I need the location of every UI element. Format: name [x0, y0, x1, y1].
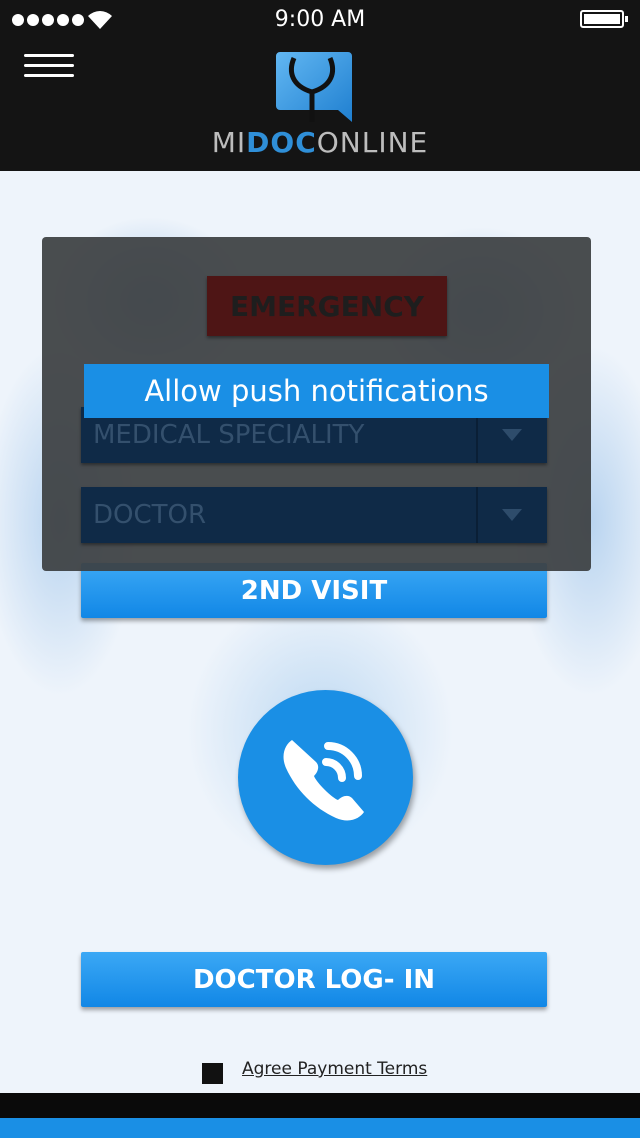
notification-modal: EMERGENCY MEDICAL SPECIALITY DOCTOR Allo… — [42, 237, 591, 571]
menu-icon[interactable] — [24, 54, 76, 80]
doctor-select-value: DOCTOR — [93, 500, 207, 530]
brand-name: MIDOCONLINE — [0, 126, 640, 159]
brand-highlight: DOC — [246, 126, 317, 159]
footer-accent — [0, 1118, 640, 1138]
select-divider — [476, 487, 478, 543]
second-visit-button[interactable]: 2ND VISIT — [81, 563, 547, 618]
brand-prefix: MI — [211, 126, 247, 159]
agree-terms-row: Agree Payment Terms — [202, 1054, 427, 1084]
chevron-down-icon — [502, 509, 522, 521]
chevron-down-icon — [502, 429, 522, 441]
battery-icon — [580, 10, 628, 28]
allow-push-notifications-button[interactable]: Allow push notifications — [84, 364, 549, 418]
app-header: 9:00 AM MIDOCONLINE — [0, 0, 640, 171]
status-time: 9:00 AM — [274, 7, 366, 32]
doctor-login-button[interactable]: DOCTOR LOG- IN — [81, 952, 547, 1007]
brand-suffix: ONLINE — [316, 126, 429, 159]
agree-terms-checkbox[interactable] — [202, 1062, 223, 1084]
doctor-select[interactable]: DOCTOR — [81, 487, 547, 543]
call-button[interactable] — [238, 690, 413, 865]
stethoscope-logo-icon — [276, 52, 352, 122]
phone-call-icon — [283, 740, 364, 821]
footer-bar — [0, 1093, 640, 1138]
status-bar: 9:00 AM — [0, 0, 640, 40]
emergency-button[interactable]: EMERGENCY — [207, 276, 447, 336]
payment-terms-link[interactable]: Agree Payment Terms — [242, 1059, 427, 1079]
